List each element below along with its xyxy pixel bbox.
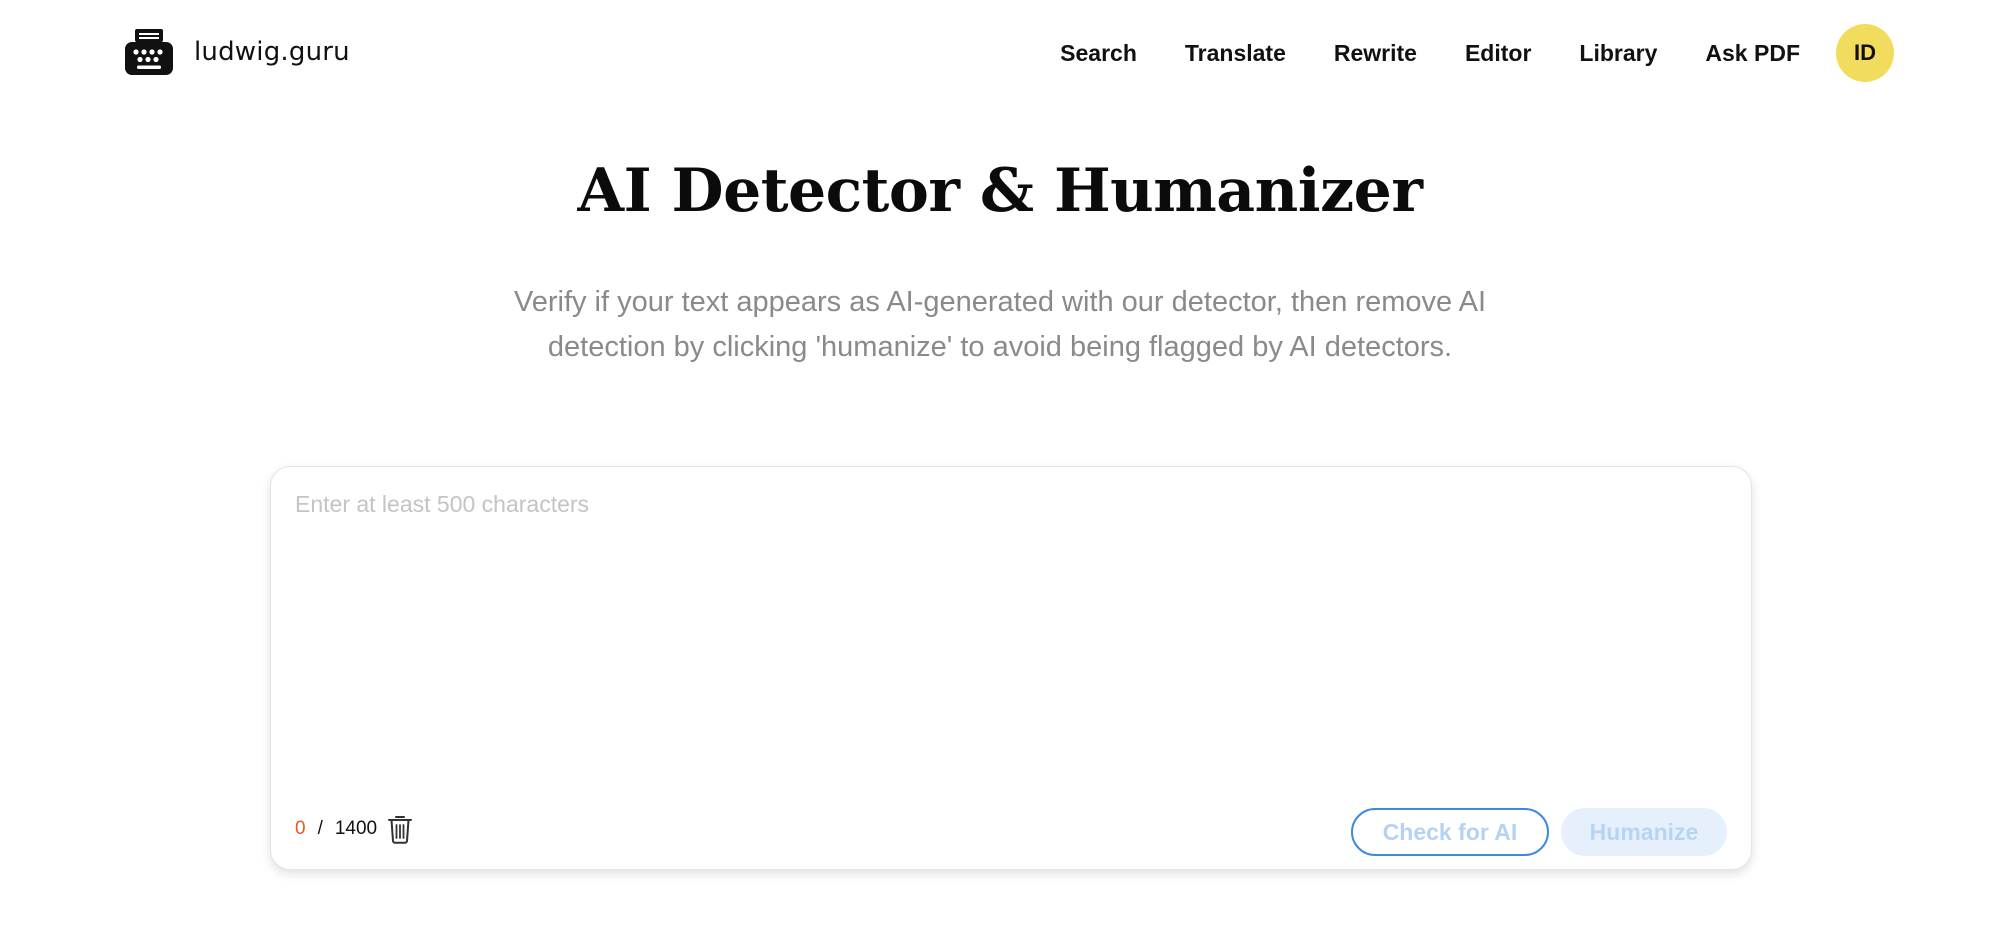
- page: ludwig.guru Search Translate Rewrite Edi…: [0, 0, 2000, 949]
- nav-search[interactable]: Search: [1060, 40, 1137, 67]
- trash-icon[interactable]: [387, 814, 413, 844]
- nav-rewrite[interactable]: Rewrite: [1334, 40, 1417, 67]
- typewriter-icon: [125, 29, 173, 75]
- count-separator: /: [317, 818, 323, 839]
- humanize-button[interactable]: Humanize: [1561, 808, 1727, 856]
- check-for-ai-button[interactable]: Check for AI: [1351, 808, 1549, 856]
- nav-library[interactable]: Library: [1579, 40, 1657, 67]
- char-limit: 1400: [334, 818, 378, 839]
- page-title: AI Detector & Humanizer: [577, 156, 1423, 226]
- nav-ask-pdf[interactable]: Ask PDF: [1705, 40, 1800, 67]
- text-editor-card: 0 / 1400 Check for AI Humanize: [270, 466, 1752, 870]
- editor-actions: Check for AI Humanize: [1351, 807, 1727, 857]
- brand-logo-link[interactable]: ludwig.guru: [124, 27, 350, 77]
- nav-translate[interactable]: Translate: [1185, 40, 1286, 67]
- main-nav: Search Translate Rewrite Editor Library …: [1060, 24, 1894, 82]
- user-avatar[interactable]: ID: [1836, 24, 1894, 82]
- character-counter: 0 / 1400: [295, 811, 413, 847]
- char-count: 0: [295, 818, 306, 839]
- page-subtitle: Verify if your text appears as AI-genera…: [513, 286, 1487, 363]
- top-header: ludwig.guru Search Translate Rewrite Edi…: [0, 0, 2000, 106]
- text-input[interactable]: [295, 491, 1725, 791]
- brand-name: ludwig.guru: [194, 37, 350, 67]
- nav-editor[interactable]: Editor: [1465, 40, 1531, 67]
